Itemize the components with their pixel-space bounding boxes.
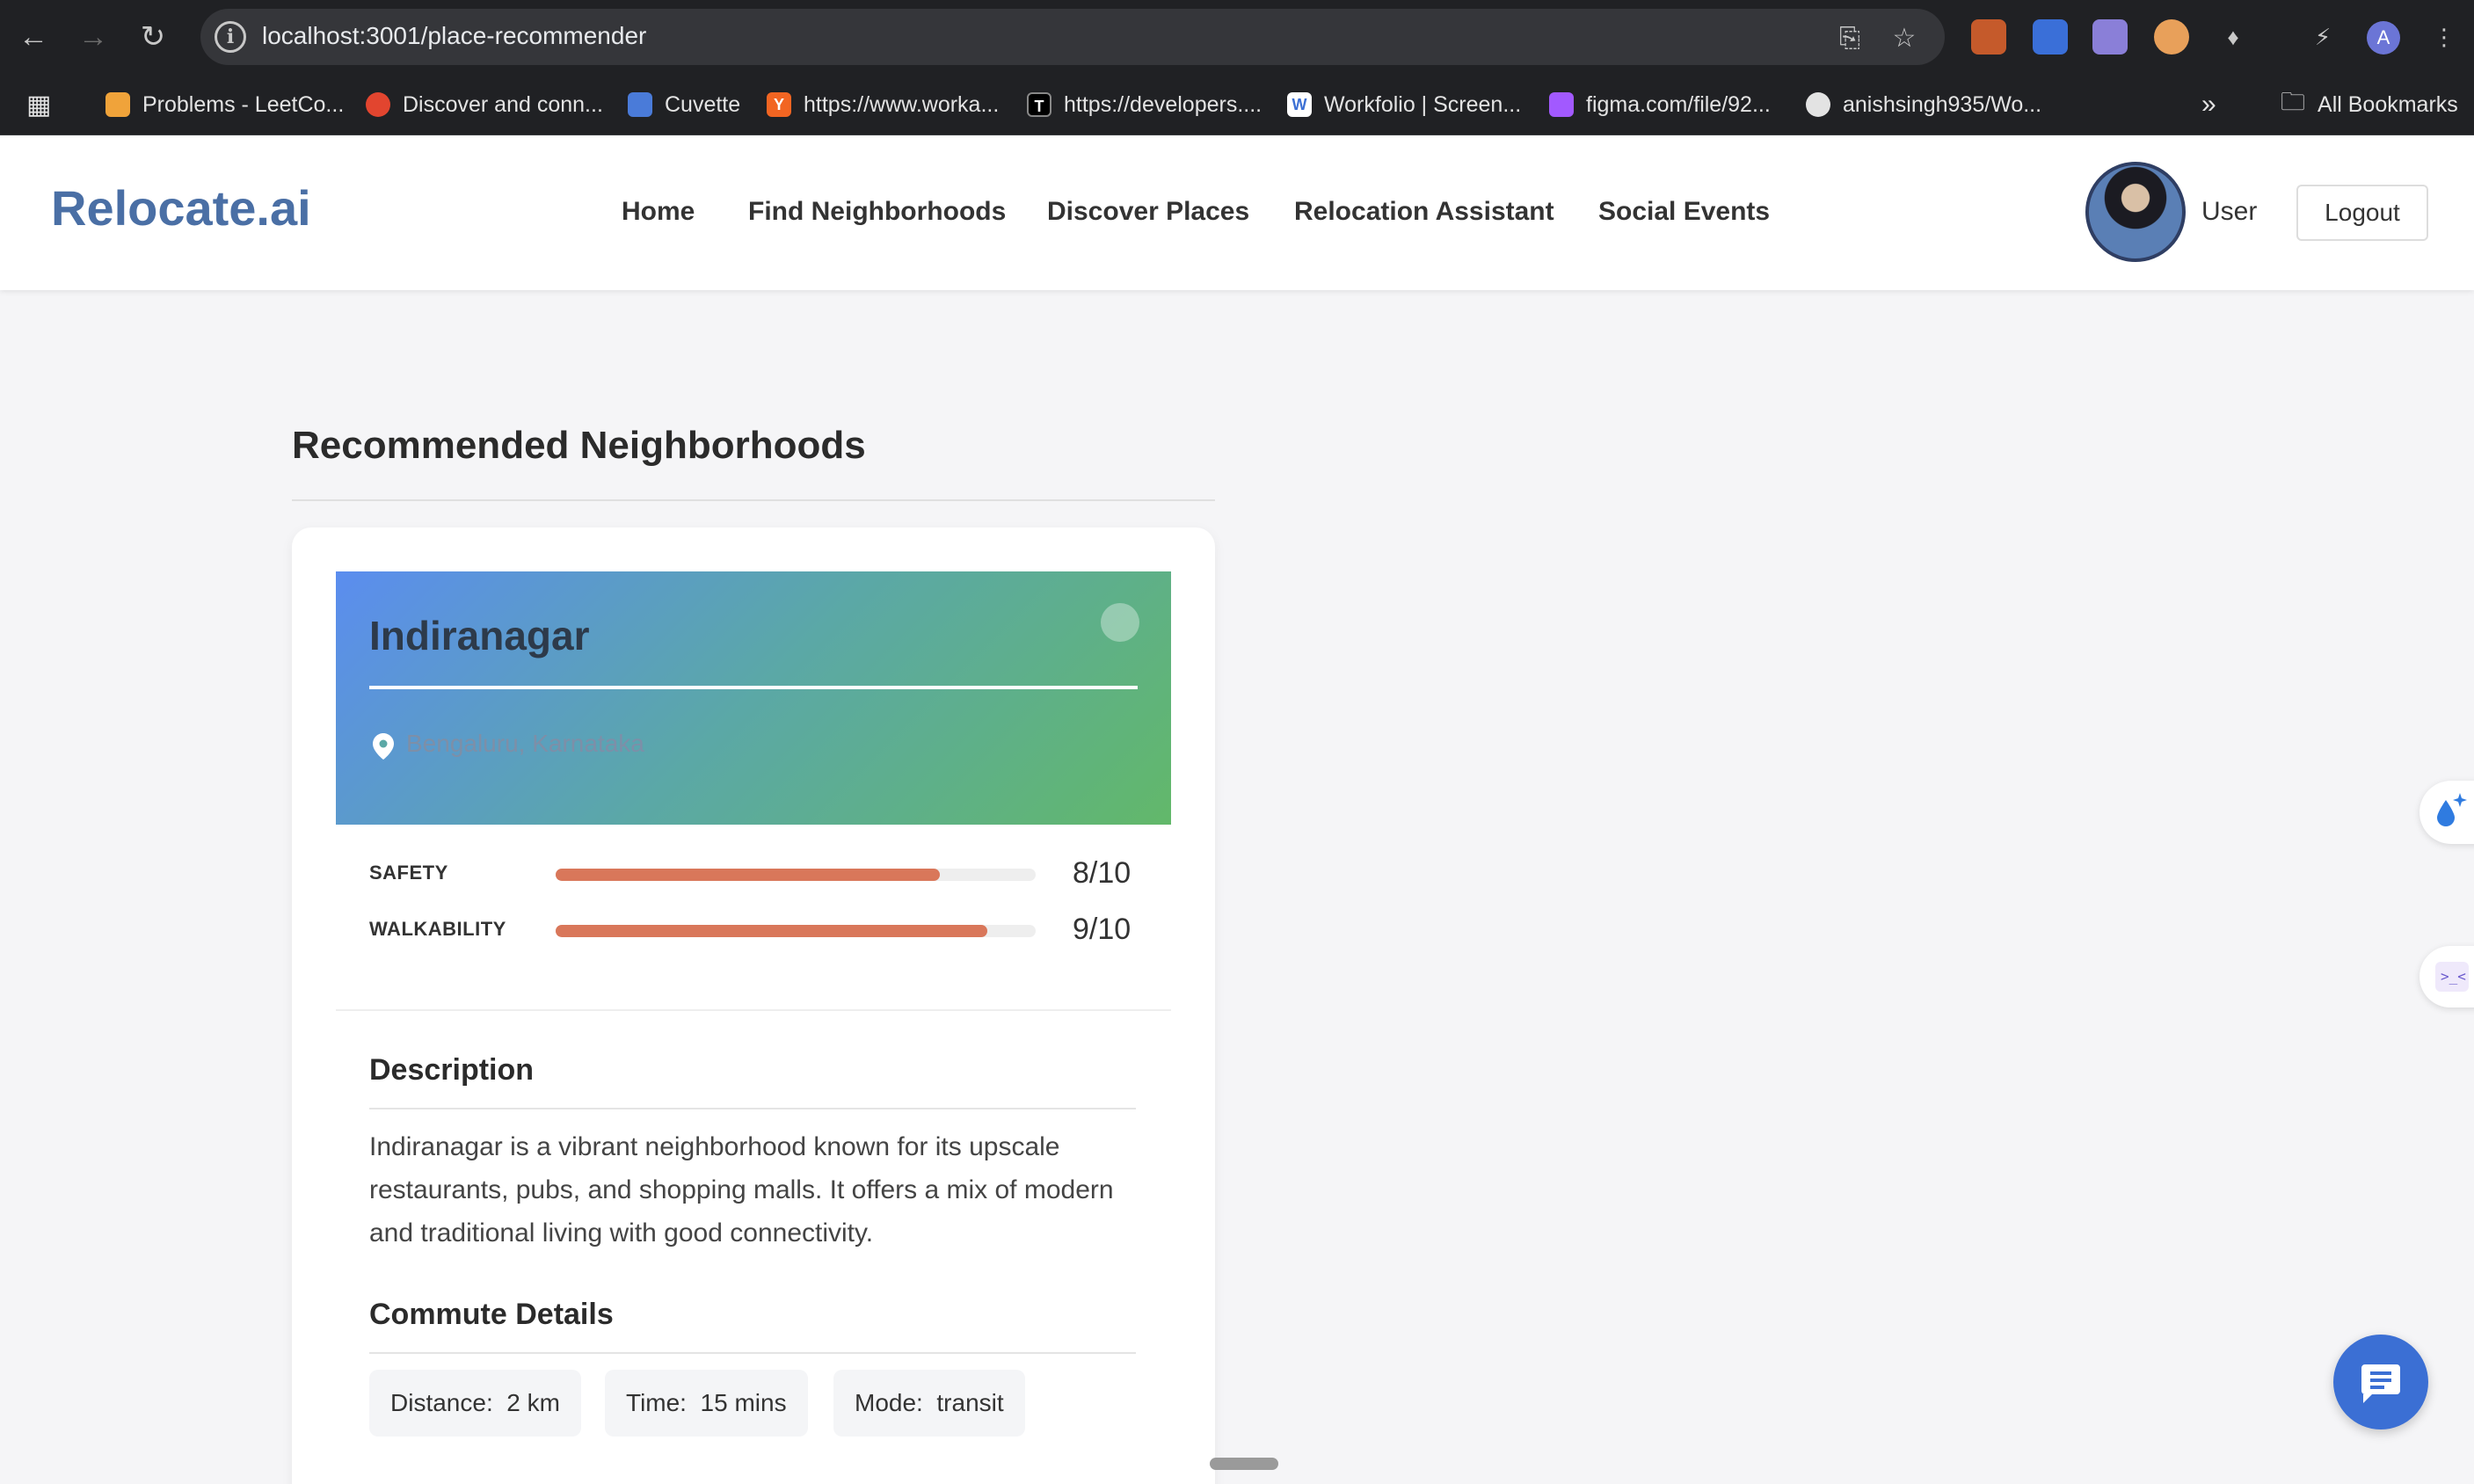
address-bar[interactable]: i localhost:3001/place-recommender ⎘ ☆ [200,9,1945,65]
bookmark-label: Cuvette [665,91,741,117]
chip-value: transit [936,1389,1004,1416]
sparkle-assistant-tab[interactable] [2419,781,2474,844]
card-hero: Indiranagar Bengaluru, Karnataka [336,571,1171,825]
nav-home[interactable]: Home [622,197,695,227]
all-bookmarks-folder[interactable]: 🗀 All Bookmarks [2281,88,2458,120]
nav-relocation-assistant[interactable]: Relocation Assistant [1294,197,1554,227]
logout-button[interactable]: Logout [2296,185,2428,241]
chip-value: 2 km [506,1389,560,1416]
svg-text:>_<: >_< [2441,968,2466,985]
bookmarks-bar: ▦ Problems - LeetCo... Discover and conn… [0,74,2474,135]
metric-bar-walkability [556,925,1036,937]
bookmark-item[interactable]: Yhttps://www.worka... [767,90,999,120]
neighborhood-name: Indiranagar [369,613,590,658]
folder-icon: 🗀 [2281,88,2306,115]
chip-label: Mode: [855,1389,923,1416]
metric-fill [556,869,940,881]
metamask-extension-icon[interactable] [1971,19,2006,55]
commute-divider [369,1352,1136,1354]
install-app-icon[interactable]: ⎘ [1832,25,1867,53]
developers-icon: T [1027,92,1051,117]
metric-score-walkability: 9/10 [1073,913,1131,946]
performance-icon[interactable]: ⚡ [2305,19,2340,55]
forward-arrow-icon[interactable]: → [74,18,113,56]
neighborhood-location: Bengaluru, Karnataka [406,730,644,757]
sparkle-drop-icon [2437,793,2467,826]
url-text[interactable]: localhost:3001/place-recommender [262,22,646,50]
star-icon[interactable]: ☆ [1887,25,1922,53]
nav-social-events[interactable]: Social Events [1598,197,1770,227]
commute-mode-chip: Mode: transit [833,1370,1025,1437]
favorite-button[interactable] [1101,603,1139,642]
github-icon [1806,92,1830,117]
app-logo[interactable]: Relocate.ai [51,179,311,236]
figma-icon [1549,92,1574,117]
discover-icon [366,92,390,117]
extension-side-tab[interactable]: >_< [2419,946,2474,1008]
metric-label-safety: SAFETY [369,862,448,884]
description-divider [369,1108,1136,1109]
back-arrow-icon[interactable]: ← [14,18,53,56]
metric-score-safety: 8/10 [1073,856,1131,890]
bookmark-item[interactable]: Discover and conn... [366,90,603,120]
chat-button[interactable] [2333,1335,2428,1429]
chat-icon [2361,1364,2400,1403]
description-title: Description [369,1053,535,1087]
kebab-menu-icon[interactable]: ⋮ [2427,19,2462,55]
profile-avatar-icon[interactable]: A [2367,21,2400,55]
bookmark-item[interactable]: anishsingh935/Wo... [1806,90,2041,120]
site-info-icon[interactable]: i [215,21,246,53]
face-icon: >_< [2435,962,2469,992]
bookmark-label: anishsingh935/Wo... [1843,91,2042,117]
chip-value: 15 mins [700,1389,787,1416]
bookmark-item[interactable]: W Workfolio | Screen... [1287,90,1521,120]
metric-bar-safety [556,869,1036,881]
cuvette-icon [628,92,652,117]
neighborhood-card: Indiranagar Bengaluru, Karnataka SAFETY … [292,527,1215,1484]
hero-divider [369,686,1138,689]
section-divider [292,499,1215,501]
metric-label-walkability: WALKABILITY [369,918,506,940]
bookmark-item[interactable]: figma.com/file/92... [1549,90,1771,120]
user-avatar[interactable] [2085,162,2186,262]
card-divider [336,1009,1171,1011]
workfolio-icon: W [1287,92,1312,117]
app-header: Relocate.ai Home Find Neighborhoods Disc… [0,135,2474,290]
bookmark-label: https://www.worka... [804,91,1000,117]
nav-discover-places[interactable]: Discover Places [1047,197,1249,227]
location-pin-icon [373,733,394,760]
metric-fill [556,925,988,937]
bookmark-item[interactable]: Problems - LeetCo... [106,90,344,120]
bookmark-item[interactable]: Cuvette [628,90,740,120]
bookmark-label: https://developers.... [1064,91,1262,117]
nav-find-neighborhoods[interactable]: Find Neighborhoods [748,197,1006,227]
y-icon: Y [767,92,791,117]
chip-label: Time: [626,1389,687,1416]
puzzle-extensions-icon[interactable]: ♦ [2216,19,2251,55]
bookmark-label: Problems - LeetCo... [142,91,345,117]
more-bookmarks-icon[interactable]: » [2201,90,2216,120]
bookmark-item[interactable]: Thttps://developers.... [1027,90,1262,120]
ghost-extension-icon[interactable] [2092,19,2128,55]
section-title: Recommended Neighborhoods [292,424,866,467]
bookmark-label: Discover and conn... [403,91,603,117]
scroll-handle[interactable] [1210,1458,1278,1470]
user-name: User [2201,197,2258,226]
commute-distance-chip: Distance: 2 km [369,1370,581,1437]
all-bookmarks-label: All Bookmarks [2318,91,2458,117]
commute-title: Commute Details [369,1298,614,1331]
description-text: Indiranagar is a vibrant neighborhood kn… [369,1132,1114,1248]
apps-grid-icon[interactable]: ▦ [26,90,51,120]
bookmark-label: figma.com/file/92... [1586,91,1771,117]
chip-label: Distance: [390,1389,493,1416]
reload-icon[interactable]: ↻ [134,18,172,56]
commute-time-chip: Time: 15 mins [605,1370,808,1437]
shield-extension-icon[interactable] [2033,19,2068,55]
leetcode-icon [106,92,130,117]
bookmark-label: Workfolio | Screen... [1324,91,1522,117]
capsule-extension-icon[interactable] [2154,19,2189,55]
browser-toolbar: ← → ↻ i localhost:3001/place-recommender… [0,0,2474,74]
